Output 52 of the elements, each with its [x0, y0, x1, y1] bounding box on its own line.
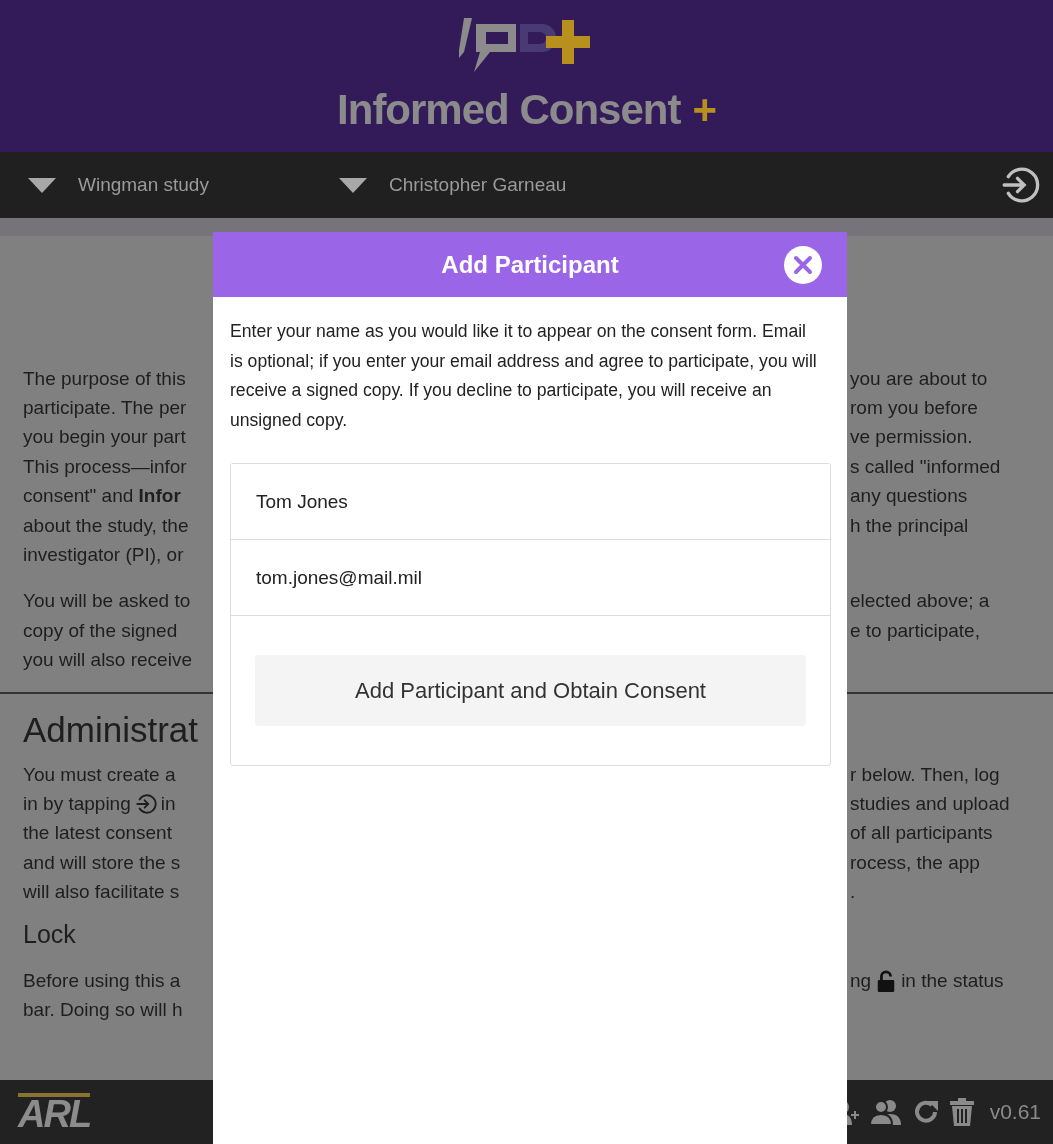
body-text: consent" and Infor: [23, 485, 181, 507]
trash-icon[interactable]: [949, 1098, 974, 1126]
body-text: h the principal: [850, 514, 969, 536]
body-text: and will store the s: [23, 851, 181, 873]
login-icon[interactable]: [1000, 165, 1040, 205]
instructions-text: Enter your name as you would like it to appear on the consent form. Email is optional; if you enter your email address and agree to participate, you will receive a signed copy. If you decline to participate, you will receive an unsigned copy.: [230, 320, 817, 432]
body-text: The purpose of this: [23, 367, 186, 389]
name-field[interactable]: Tom Jones: [231, 464, 830, 540]
body-text: participate. The per: [23, 397, 187, 419]
app-title: Informed Consent: [337, 86, 681, 134]
body-text: .: [850, 881, 856, 903]
caret-icon: [28, 177, 56, 193]
body-text: r below. Then, log: [850, 763, 1000, 785]
body-text: You will be asked to: [23, 590, 191, 612]
body-text: copy of the signed: [23, 619, 178, 641]
body-text: you begin your part: [23, 426, 186, 448]
people-icon[interactable]: [869, 1098, 902, 1126]
body-text: bar. Doing so will h: [23, 998, 183, 1020]
dialog-title: Add Participant: [441, 250, 619, 279]
body-text: You must create a: [23, 763, 176, 785]
body-text: the latest consent: [23, 822, 172, 844]
close-icon[interactable]: [784, 246, 822, 284]
login-icon: [134, 793, 157, 815]
body-text: you are about to: [850, 367, 988, 389]
body-text: will also facilitate s: [23, 881, 180, 903]
brand-logo: ARL: [18, 1093, 91, 1131]
caret-icon: [338, 177, 367, 193]
body-text: rocess, the app: [850, 851, 980, 873]
body-text: investigator (PI), or: [23, 544, 184, 566]
body-text: Before using this a: [23, 969, 181, 991]
body-text: elected above; a: [850, 590, 990, 612]
body-text: any questions: [850, 485, 968, 507]
body-text: ve permission.: [850, 426, 973, 448]
subsection-heading: Lock: [23, 919, 76, 948]
body-text: e to participate,: [850, 619, 980, 641]
body-text: in: [160, 793, 176, 815]
body-text: This process—infor: [23, 455, 187, 477]
body-text: ng: [850, 969, 872, 992]
body-text: in the status: [901, 969, 1004, 992]
add-participant-button[interactable]: Add Participant and Obtain Consent: [255, 655, 806, 726]
body-text: studies and upload: [850, 793, 1010, 814]
body-text: of all participants: [850, 822, 993, 844]
body-text: rom you before: [850, 397, 978, 419]
version-label: v0.61: [989, 1100, 1041, 1124]
app-title-plus: +: [692, 86, 716, 134]
study-dropdown[interactable]: Wingman study: [28, 174, 209, 196]
body-text: you will also receive: [23, 649, 192, 671]
body-text: s called "informed: [850, 455, 1001, 477]
investigator-dropdown[interactable]: Christopher Garneau: [338, 174, 567, 196]
body-text: in by tapping: [23, 793, 131, 815]
body-text: about the study, the: [23, 514, 189, 536]
section-heading: Administrat: [23, 709, 199, 749]
